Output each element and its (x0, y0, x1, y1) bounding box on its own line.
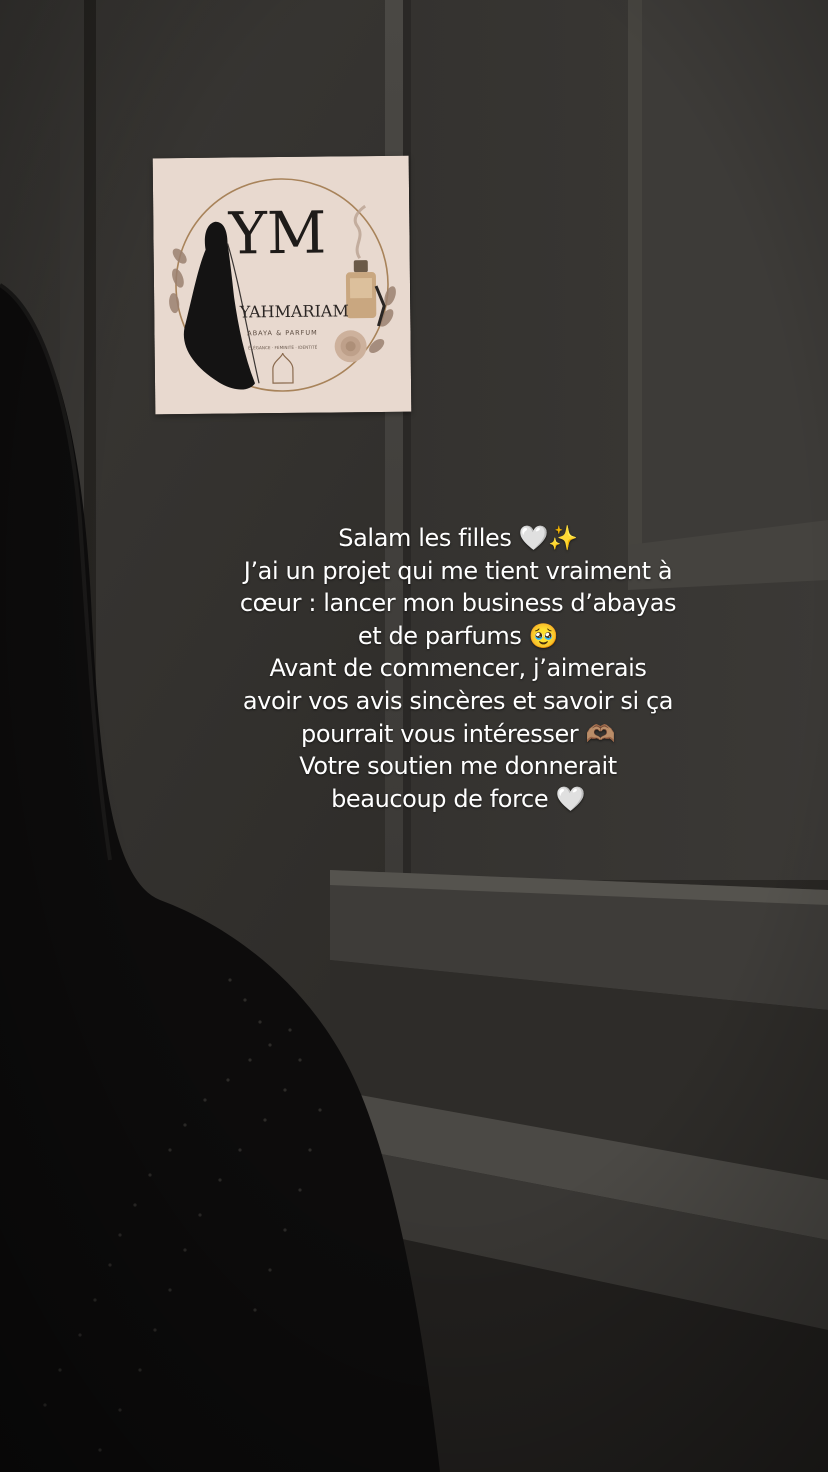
caption-line: J’ai un projet qui me tient vraiment à (243, 556, 673, 585)
logo-tagline: ABAYA & PARFUM (247, 329, 318, 338)
caption-line: avoir vos avis sincères et savoir si ça (242, 686, 674, 715)
caption-line: pourrait vous intéresser 🫶🏽 (300, 719, 616, 748)
caption-text-overlay: Salam les filles 🤍✨ J’ai un projet qui m… (190, 522, 726, 815)
pleading-face-icon: 🥹 (528, 621, 559, 650)
white-heart-icon: 🤍 (555, 784, 585, 813)
brand-logo: YM YAHMARIAM ABAYA & PARFUM ÉLÉGANCE · F… (152, 155, 412, 415)
logo-brand-name: YAHMARIAM (239, 301, 349, 321)
white-heart-sparkles-icon: 🤍✨ (518, 524, 578, 552)
caption-line: beaucoup de force 🤍 (331, 784, 585, 813)
brand-logo-sticker: YM YAHMARIAM ABAYA & PARFUM ÉLÉGANCE · F… (152, 155, 412, 415)
caption-line: et de parfums 🥹 (357, 621, 559, 650)
logo-subtagline: ÉLÉGANCE · FEMINITÉ · IDENTITÉ (248, 345, 318, 351)
caption-line: Salam les filles 🤍✨ (338, 524, 578, 552)
caption-line: Votre soutien me donnerait (299, 752, 617, 781)
heart-hands-icon: 🫶🏽 (585, 719, 616, 748)
logo-monogram: YM (227, 199, 326, 268)
caption-line: Avant de commencer, j’aimerais (269, 654, 647, 683)
caption-line: cœur : lancer mon business d’abayas (239, 589, 677, 618)
